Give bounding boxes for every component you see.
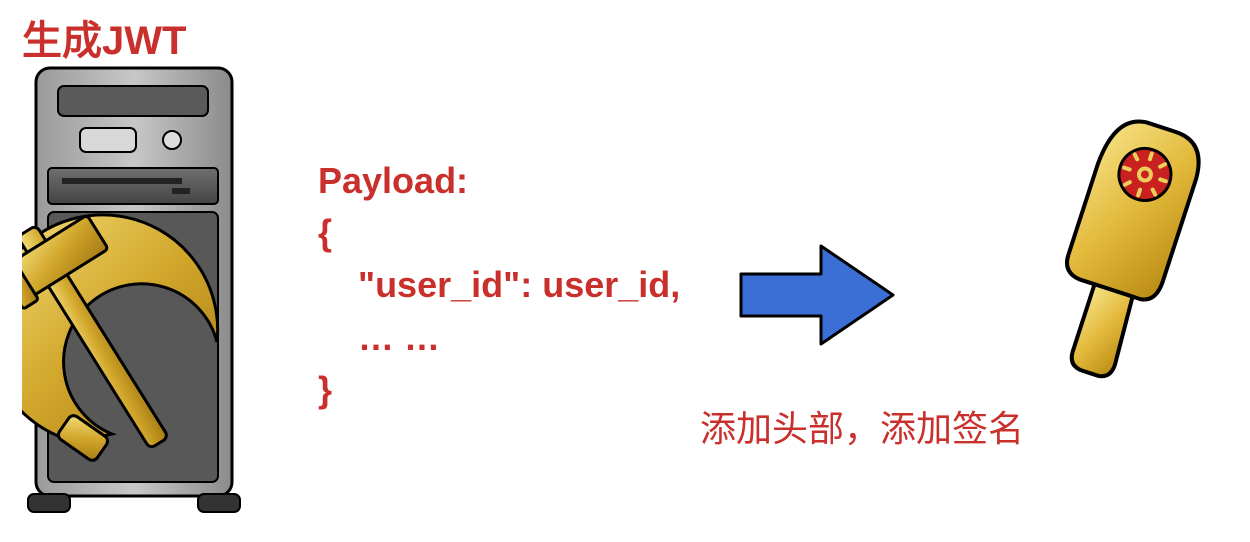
server-icon <box>22 62 246 522</box>
payload-open-brace: { <box>318 207 680 259</box>
payload-ellipsis: … … <box>318 312 680 364</box>
payload-close-brace: } <box>318 364 680 416</box>
arrow-caption: 添加头部，添加签名 <box>700 400 1024 452</box>
payload-key: "user_id": <box>358 264 532 305</box>
payload-label: Payload: <box>318 155 680 207</box>
payload-block: Payload: { "user_id": user_id, … … } <box>318 155 680 416</box>
payload-value: user_id, <box>542 264 680 305</box>
paddle-icon <box>1046 118 1216 388</box>
diagram-title: 生成JWT <box>22 8 186 66</box>
arrow-right-icon <box>737 240 897 350</box>
